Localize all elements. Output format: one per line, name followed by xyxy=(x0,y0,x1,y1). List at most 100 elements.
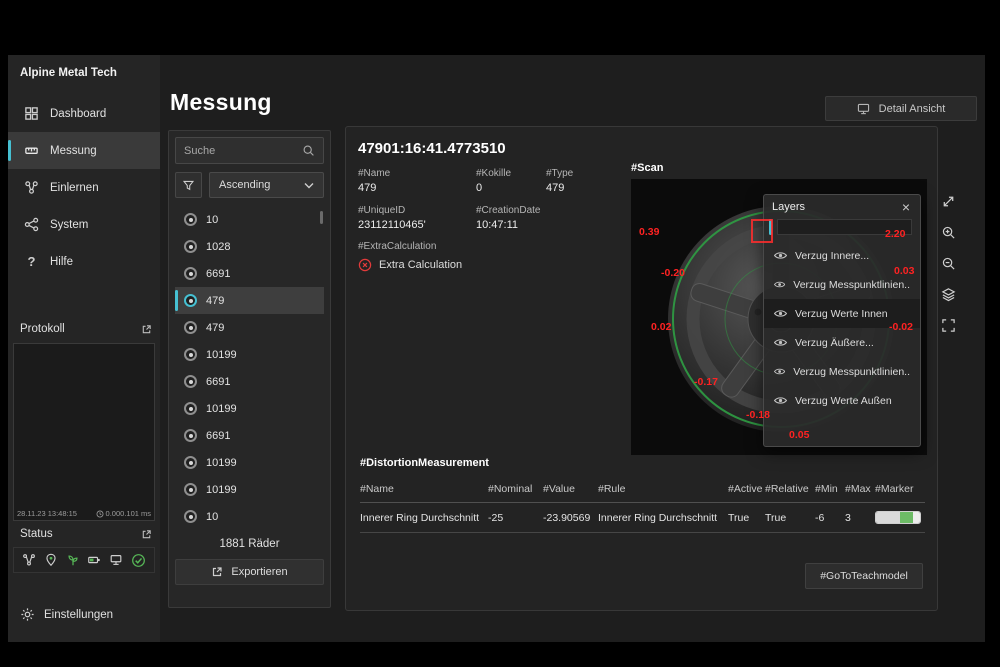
list-item[interactable]: 10199 xyxy=(175,341,324,368)
eye-icon[interactable] xyxy=(774,338,787,347)
zoom-in-icon[interactable] xyxy=(940,224,957,241)
scan-value: -0.17 xyxy=(694,376,718,388)
distortion-section-label: #DistortionMeasurement xyxy=(360,457,489,469)
list-item-label: 10199 xyxy=(206,484,237,496)
scan-value: -0.18 xyxy=(746,409,770,421)
col-header: #Active xyxy=(728,483,765,495)
sidebar-item-einlernen[interactable]: Einlernen xyxy=(8,169,160,206)
list-item-selected[interactable]: 479 xyxy=(175,287,324,314)
list-item-label: 6691 xyxy=(206,430,230,442)
sidebar-nav: Dashboard Messung Einlernen System ? Hil… xyxy=(8,95,160,280)
eye-icon[interactable] xyxy=(774,367,785,376)
field-label: #Type xyxy=(546,168,573,179)
status-icon-row xyxy=(13,547,155,573)
sidebar-item-label: Dashboard xyxy=(50,108,106,120)
close-icon[interactable]: × xyxy=(900,201,912,213)
eye-icon[interactable] xyxy=(774,309,787,318)
radio-icon xyxy=(184,213,197,226)
wheel-list: 10 1028 6691 479 479 10199 6691 10199 66… xyxy=(175,206,324,530)
table-row[interactable]: Innerer Ring Durchschnitt -25 -23.90569 … xyxy=(360,503,925,533)
filter-button[interactable] xyxy=(175,172,202,198)
detail-view-button[interactable]: Detail Ansicht xyxy=(825,96,977,121)
funnel-icon xyxy=(182,179,195,192)
radio-icon xyxy=(184,348,197,361)
measurement-title: 47901:16:41.4773510 xyxy=(358,140,506,157)
sidebar-item-dashboard[interactable]: Dashboard xyxy=(8,95,160,132)
layers-icon[interactable] xyxy=(940,286,957,303)
list-item-label: 10 xyxy=(206,214,218,226)
list-item[interactable]: 6691 xyxy=(175,368,324,395)
list-item[interactable]: 10 xyxy=(175,503,324,530)
location-status-icon[interactable] xyxy=(44,553,58,567)
cell-relative: True xyxy=(765,512,815,524)
scan-value: -0.02 xyxy=(889,321,913,333)
cell-value: -23.90569 xyxy=(543,512,598,524)
eye-icon[interactable] xyxy=(774,280,785,289)
field-label: #ExtraCalculation xyxy=(358,241,436,252)
detail-view-label: Detail Ansicht xyxy=(879,103,946,115)
network-status-icon[interactable] xyxy=(109,553,123,567)
layer-item[interactable]: Verzug Messpunktlinien.. xyxy=(764,357,920,386)
expand-icon[interactable] xyxy=(940,193,957,210)
external-link-icon[interactable] xyxy=(141,529,152,540)
radio-icon xyxy=(184,402,197,415)
protokoll-log[interactable]: 28.11.23 13:48:15 0.000.101 ms xyxy=(13,343,155,521)
list-item-label: 479 xyxy=(206,322,224,334)
layer-label: Verzug Messpunktlinien.. xyxy=(793,279,910,291)
dashboard-icon xyxy=(24,106,39,121)
radio-icon xyxy=(184,429,197,442)
sidebar-item-messung[interactable]: Messung xyxy=(8,132,160,169)
list-item-label: 10199 xyxy=(206,403,237,415)
export-label: Exportieren xyxy=(231,566,287,578)
fit-view-icon[interactable] xyxy=(940,317,957,334)
list-item-label: 6691 xyxy=(206,376,230,388)
layer-label: Verzug Werte Innen xyxy=(795,308,888,320)
list-item[interactable]: 10 xyxy=(175,206,324,233)
page-title: Messung xyxy=(170,89,272,116)
field-type: #Type 479 xyxy=(546,168,573,194)
col-header: #Marker xyxy=(875,483,925,495)
list-item[interactable]: 479 xyxy=(175,314,324,341)
log-timestamp: 28.11.23 13:48:15 xyxy=(17,509,77,518)
battery-status-icon[interactable] xyxy=(87,553,101,567)
monitor-icon xyxy=(857,103,870,115)
list-item[interactable]: 6691 xyxy=(175,260,324,287)
field-value: 23112110465' xyxy=(358,219,426,231)
sidebar-item-einstellungen[interactable]: Einstellungen xyxy=(20,607,113,622)
marker-segment-value xyxy=(900,512,912,523)
app-window: Alpine Metal Tech Dashboard Messung Einl… xyxy=(8,55,985,642)
zoom-out-icon[interactable] xyxy=(940,255,957,272)
search-icon[interactable] xyxy=(302,144,315,157)
search-input[interactable] xyxy=(184,145,296,157)
check-status-icon[interactable] xyxy=(131,553,146,568)
layer-item[interactable]: Verzug Werte Außen xyxy=(764,386,920,415)
plant-status-icon[interactable] xyxy=(66,553,80,567)
scan-value: 0.05 xyxy=(789,429,809,441)
scan-value: -0.20 xyxy=(661,267,685,279)
layer-label: Verzug Äußere... xyxy=(795,337,874,349)
col-header: #Nominal xyxy=(488,483,543,495)
cell-max: 3 xyxy=(845,512,875,524)
sort-dropdown[interactable]: Ascending xyxy=(209,172,324,198)
goto-teachmodel-button[interactable]: #GoToTeachmodel xyxy=(805,563,923,589)
list-item[interactable]: 10199 xyxy=(175,395,324,422)
list-item[interactable]: 10199 xyxy=(175,449,324,476)
list-item[interactable]: 6691 xyxy=(175,422,324,449)
list-item-label: 1028 xyxy=(206,241,230,253)
eye-icon[interactable] xyxy=(774,251,787,260)
sidebar-item-label: System xyxy=(50,219,88,231)
cell-active: True xyxy=(728,512,765,524)
system-nodes-icon xyxy=(24,217,39,232)
list-item[interactable]: 1028 xyxy=(175,233,324,260)
layer-label: Verzug Innere... xyxy=(795,250,869,262)
layers-title: Layers xyxy=(772,201,805,213)
list-item[interactable]: 10199 xyxy=(175,476,324,503)
external-link-icon[interactable] xyxy=(141,324,152,335)
eye-icon[interactable] xyxy=(774,396,787,405)
field-uniqueid: #UniqueID 23112110465' xyxy=(358,205,426,231)
sidebar-item-hilfe[interactable]: ? Hilfe xyxy=(8,243,160,280)
list-item-label: 10 xyxy=(206,511,218,523)
export-button[interactable]: Exportieren xyxy=(175,559,324,585)
workflow-status-icon[interactable] xyxy=(22,553,36,567)
sidebar-item-system[interactable]: System xyxy=(8,206,160,243)
